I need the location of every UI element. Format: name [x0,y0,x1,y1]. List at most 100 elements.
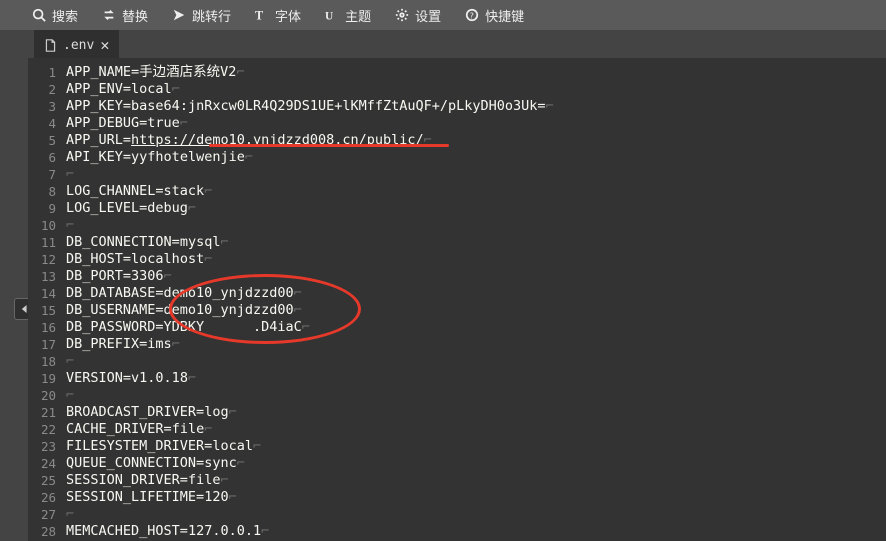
font-icon: T [255,8,269,22]
code-text: DB_PREFIX=ims⌐ [66,336,886,353]
code-line[interactable]: 1APP_NAME=手边酒店系统V2⌐ [28,64,886,81]
code-text: APP_NAME=手边酒店系统V2⌐ [66,64,886,81]
code-line[interactable]: 22CACHE_DRIVER=file⌐ [28,421,886,438]
code-line[interactable]: 15DB_USERNAME=demo10_ynjdzzd00⌐ [28,302,886,319]
code-text: APP_DEBUG=true⌐ [66,115,886,132]
line-number: 14 [28,285,66,302]
line-number: 20 [28,387,66,404]
toolbar-label: 字体 [275,6,301,25]
code-line[interactable]: 25SESSION_DRIVER=file⌐ [28,472,886,489]
code-line[interactable]: 10⌐ [28,217,886,234]
code-text: APP_ENV=local⌐ [66,81,886,98]
code-line[interactable]: 5APP_URL=https://demo10.ynjdzzd008.cn/pu… [28,132,886,149]
line-number: 4 [28,115,66,132]
line-number: 9 [28,200,66,217]
code-text: CACHE_DRIVER=file⌐ [66,421,886,438]
goto-icon [172,8,186,22]
svg-text:U: U [325,10,333,22]
code-text: LOG_LEVEL=debug⌐ [66,200,886,217]
line-number: 6 [28,149,66,166]
line-number: 22 [28,421,66,438]
toolbar-search[interactable]: 搜索 [20,0,90,30]
toolbar-hotkeys[interactable]: ? 快捷键 [453,0,536,30]
line-number: 19 [28,370,66,387]
code-line[interactable]: 13DB_PORT=3306⌐ [28,268,886,285]
line-number: 1 [28,64,66,81]
replace-icon [102,8,116,22]
code-line[interactable]: 2APP_ENV=local⌐ [28,81,886,98]
line-number: 5 [28,132,66,149]
code-text: ⌐ [66,166,886,183]
line-number: 21 [28,404,66,421]
code-line[interactable]: 14DB_DATABASE=demo10_ynjdzzd00⌐ [28,285,886,302]
toolbar-label: 设置 [415,6,441,25]
code-line[interactable]: 7⌐ [28,166,886,183]
code-text: SESSION_LIFETIME=120⌐ [66,489,886,506]
code-line[interactable]: 6API_KEY=yyfhotelwenjie⌐ [28,149,886,166]
sidebar-gutter [0,58,28,541]
tab-filename: .env [63,38,94,53]
code-text: ⌐ [66,506,886,523]
line-number: 2 [28,81,66,98]
line-number: 11 [28,234,66,251]
code-line[interactable]: 21BROADCAST_DRIVER=log⌐ [28,404,886,421]
gear-icon [395,8,409,22]
code-line[interactable]: 3APP_KEY=base64:jnRxcw0LR4Q29DS1UE+lKMff… [28,98,886,115]
toolbar-goto[interactable]: 跳转行 [160,0,243,30]
code-line[interactable]: 23FILESYSTEM_DRIVER=local⌐ [28,438,886,455]
svg-text:?: ? [469,12,474,21]
code-text: APP_KEY=base64:jnRxcw0LR4Q29DS1UE+lKMffZ… [66,98,886,115]
code-text: API_KEY=yyfhotelwenjie⌐ [66,149,886,166]
line-number: 16 [28,319,66,336]
code-line[interactable]: 20⌐ [28,387,886,404]
code-line[interactable]: 16DB_PASSWORD=YDBKY .D4iaC⌐ [28,319,886,336]
code-line[interactable]: 28MEMCACHED_HOST=127.0.0.1⌐ [28,523,886,540]
code-text: ⌐ [66,387,886,404]
code-text: SESSION_DRIVER=file⌐ [66,472,886,489]
line-number: 28 [28,523,66,540]
toolbar-theme[interactable]: U 主题 [313,0,383,30]
code-line[interactable]: 24QUEUE_CONNECTION=sync⌐ [28,455,886,472]
toolbar-label: 搜索 [52,6,78,25]
code-text: VERSION=v1.0.18⌐ [66,370,886,387]
close-icon[interactable]: ✕ [100,36,109,54]
line-number: 17 [28,336,66,353]
code-line[interactable]: 9LOG_LEVEL=debug⌐ [28,200,886,217]
toolbar-label: 替换 [122,6,148,25]
toolbar-replace[interactable]: 替换 [90,0,160,30]
tab-bar: .env ✕ [0,30,886,58]
toolbar-font[interactable]: T 字体 [243,0,313,30]
code-line[interactable]: 18⌐ [28,353,886,370]
code-text: DB_HOST=localhost⌐ [66,251,886,268]
code-line[interactable]: 26SESSION_LIFETIME=120⌐ [28,489,886,506]
editor: 1APP_NAME=手边酒店系统V2⌐2APP_ENV=local⌐3APP_K… [0,58,886,541]
theme-icon: U [325,8,339,22]
code-text: BROADCAST_DRIVER=log⌐ [66,404,886,421]
toolbar: 搜索 替换 跳转行 T 字体 U 主题 设置 ? 快捷键 [0,0,886,30]
line-number: 3 [28,98,66,115]
code-line[interactable]: 27⌐ [28,506,886,523]
code-line[interactable]: 17DB_PREFIX=ims⌐ [28,336,886,353]
toolbar-label: 主题 [345,6,371,25]
tab-env[interactable]: .env ✕ [34,30,119,58]
line-number: 7 [28,166,66,183]
code-text: DB_CONNECTION=mysql⌐ [66,234,886,251]
code-area[interactable]: 1APP_NAME=手边酒店系统V2⌐2APP_ENV=local⌐3APP_K… [28,58,886,541]
toolbar-settings[interactable]: 设置 [383,0,453,30]
code-line[interactable]: 11DB_CONNECTION=mysql⌐ [28,234,886,251]
svg-text:T: T [255,8,263,22]
code-line[interactable]: 8LOG_CHANNEL=stack⌐ [28,183,886,200]
line-number: 25 [28,472,66,489]
line-number: 8 [28,183,66,200]
code-line[interactable]: 4APP_DEBUG=true⌐ [28,115,886,132]
code-line[interactable]: 12DB_HOST=localhost⌐ [28,251,886,268]
line-number: 26 [28,489,66,506]
line-number: 23 [28,438,66,455]
toolbar-label: 快捷键 [485,6,524,25]
code-text: ⌐ [66,353,886,370]
code-text: MEMCACHED_HOST=127.0.0.1⌐ [66,523,886,540]
code-text: DB_PASSWORD=YDBKY .D4iaC⌐ [66,319,886,336]
code-line[interactable]: 19VERSION=v1.0.18⌐ [28,370,886,387]
line-number: 13 [28,268,66,285]
code-text: DB_USERNAME=demo10_ynjdzzd00⌐ [66,302,886,319]
